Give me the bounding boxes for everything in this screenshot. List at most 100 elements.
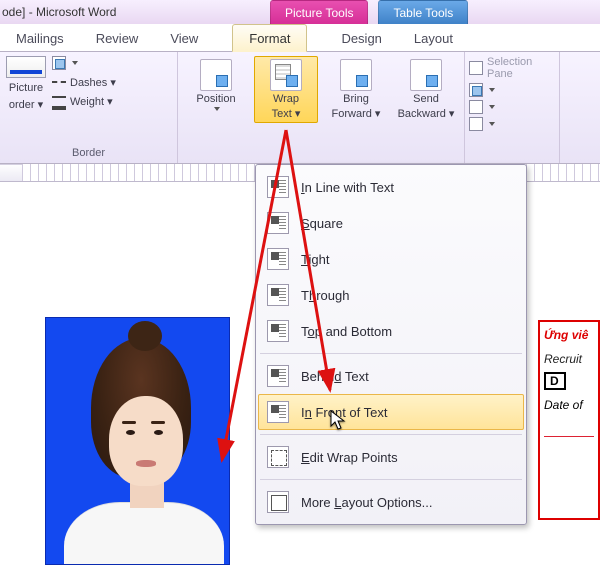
menu-separator [260,353,522,354]
send-backward-label-1: Send [413,93,439,105]
picture-tools-label: Picture Tools [285,6,353,20]
more-layout-label: More Layout Options... [301,495,433,510]
weight-dropdown[interactable]: Weight ▾ [52,94,116,108]
form-date-label: Date of [544,398,594,412]
color-swatch-icon [52,56,66,70]
photo-face-shape [109,396,183,486]
tab-format[interactable]: Format [232,24,307,52]
picture-border-label-2: order ▾ [9,98,43,111]
rotate-icon [469,117,483,131]
tab-review[interactable]: Review [80,25,155,51]
ribbon: Picture order ▾ Dashes ▾ Weight ▾ Border… [0,52,600,164]
chevron-down-icon [214,107,220,111]
group-label-border: Border [0,145,177,163]
wrap-text-label-2: Text ▾ [272,107,301,120]
tab-mailings[interactable]: Mailings [0,25,80,51]
tab-design[interactable]: Design [325,25,397,51]
menu-item-inline[interactable]: In Line with Text [258,169,524,205]
photo-shirt-shape [64,502,224,565]
menu-item-square[interactable]: Square [258,205,524,241]
chevron-down-icon [72,61,78,65]
through-label: Through [301,288,349,303]
menu-item-behind[interactable]: Behind Text [258,358,524,394]
table-tools-label: Table Tools [393,6,453,20]
through-icon [267,284,289,306]
chevron-down-icon [489,105,495,109]
behind-label: Behind Text [301,369,369,384]
picture-border-dropdown[interactable]: order ▾ [9,98,43,111]
group-spacer [178,145,464,163]
bring-forward-button[interactable]: Bring Forward ▾ [324,56,388,123]
in-front-icon [267,401,289,423]
app-title: ode] - Microsoft Word [0,5,270,19]
wrap-text-label-1: Wrap [273,93,299,105]
top-bottom-icon [267,320,289,342]
form-title: Ứng viê [544,328,594,342]
weight-icon [52,94,66,108]
menu-item-in-front[interactable]: In Front of Text [258,394,524,430]
behind-icon [267,365,289,387]
send-backward-icon [410,59,442,91]
bring-forward-label-1: Bring [343,93,369,105]
group-spacer-2 [465,145,559,163]
bring-forward-label-2: Forward ▾ [332,107,381,120]
cursor-icon [330,410,348,437]
picture-border-label-1: Picture [9,82,43,94]
selection-label-1: Selection [487,56,532,68]
inline-label: In Line with Text [301,180,394,195]
group-arrange: Position Wrap Text ▾ Bring Forward ▾ Sen… [178,52,465,163]
wrap-text-icon [270,59,302,91]
edit-wrap-label: Edit Wrap Points [301,450,398,465]
group-selection: Selection Pane [465,52,560,163]
align-icon [469,83,483,97]
tab-view[interactable]: View [154,25,214,51]
square-label: Square [301,216,343,231]
contextual-tab-table-tools[interactable]: Table Tools [378,0,468,24]
send-backward-button[interactable]: Send Backward ▾ [394,56,458,123]
menu-item-through[interactable]: Through [258,277,524,313]
selection-pane-icon [469,61,483,75]
inserted-photo[interactable] [45,317,230,565]
menu-separator [260,479,522,480]
tight-icon [267,248,289,270]
wrap-text-menu: In Line with Text Square Tight Through T… [255,164,527,525]
bring-forward-icon [340,59,372,91]
weight-label: Weight ▾ [70,95,113,108]
menu-item-edit-wrap-points[interactable]: Edit Wrap Points [258,439,524,475]
position-button[interactable]: Position [184,56,248,114]
photo-eye-shape [154,430,163,435]
menu-item-top-bottom[interactable]: Top and Bottom [258,313,524,349]
form-underline [544,436,594,437]
more-layout-icon [267,491,289,513]
contextual-tab-picture-tools[interactable]: Picture Tools [270,0,368,24]
picture-border-button[interactable]: Picture [9,82,43,94]
edit-wrap-icon [267,446,289,468]
send-backward-label-2: Backward ▾ [398,107,455,120]
dashes-label: Dashes ▾ [70,76,116,89]
group-objects-button[interactable] [469,100,495,114]
tab-layout[interactable]: Layout [398,25,469,51]
border-color-dropdown[interactable] [52,56,116,70]
chevron-down-icon [489,88,495,92]
square-icon [267,212,289,234]
photo-bun-shape [128,321,162,351]
picture-border-swatch-icon[interactable] [6,56,46,78]
menu-separator [260,434,522,435]
photo-eye-shape [126,430,135,435]
rotate-button[interactable] [469,117,495,131]
menu-item-tight[interactable]: Tight [258,241,524,277]
top-bottom-label: Top and Bottom [301,324,392,339]
form-recruit-label: Recruit [544,352,594,366]
selection-pane-button[interactable]: Selection Pane [469,56,532,80]
chevron-down-icon [489,122,495,126]
dashes-dropdown[interactable]: Dashes ▾ [52,75,116,89]
photo-lips-shape [136,460,156,467]
wrap-text-button[interactable]: Wrap Text ▾ [254,56,318,123]
menu-item-more-layout[interactable]: More Layout Options... [258,484,524,520]
form-box: Ứng viê Recruit D Date of [538,320,600,520]
align-button[interactable] [469,83,495,97]
group-icon [469,100,483,114]
position-label: Position [196,93,235,105]
inline-icon [267,176,289,198]
tight-label: Tight [301,252,329,267]
